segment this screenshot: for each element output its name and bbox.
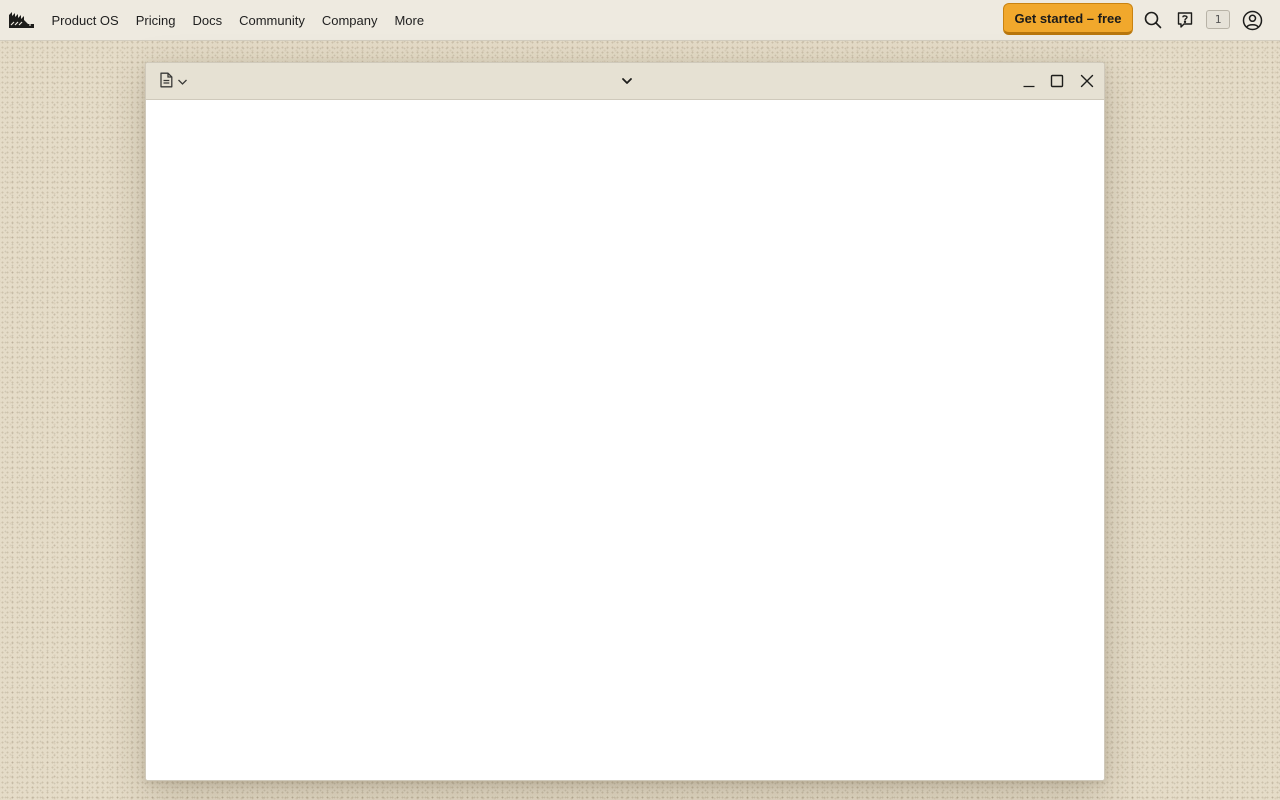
search-icon[interactable] [1142,9,1164,31]
window-menu-chevron-icon[interactable] [619,73,635,89]
window-titlebar[interactable] [146,63,1104,100]
notification-count-badge[interactable]: 1 [1206,10,1230,29]
nav-item-product-os[interactable]: Product OS [43,0,127,41]
main-nav: Product OS Pricing Docs Community Compan… [43,0,433,41]
get-started-button[interactable]: Get started – free [1003,3,1133,35]
document-icon [159,72,174,93]
minimize-icon[interactable] [1020,72,1038,90]
top-nav-bar: Product OS Pricing Docs Community Compan… [0,0,1280,41]
close-icon[interactable] [1078,72,1096,90]
hedgehog-logo-icon[interactable] [9,12,35,28]
nav-item-company[interactable]: Company [313,0,386,41]
user-circle-icon[interactable] [1241,9,1263,31]
nav-item-more[interactable]: More [386,0,433,41]
document-menu-button[interactable] [159,72,193,92]
chevron-down-icon [177,73,188,91]
nav-item-docs[interactable]: Docs [184,0,231,41]
window-content-area [146,100,1104,780]
app-window [145,62,1105,781]
nav-item-community[interactable]: Community [231,0,314,41]
nav-item-pricing[interactable]: Pricing [127,0,184,41]
question-chat-icon[interactable] [1174,9,1196,31]
maximize-icon[interactable] [1048,72,1066,90]
